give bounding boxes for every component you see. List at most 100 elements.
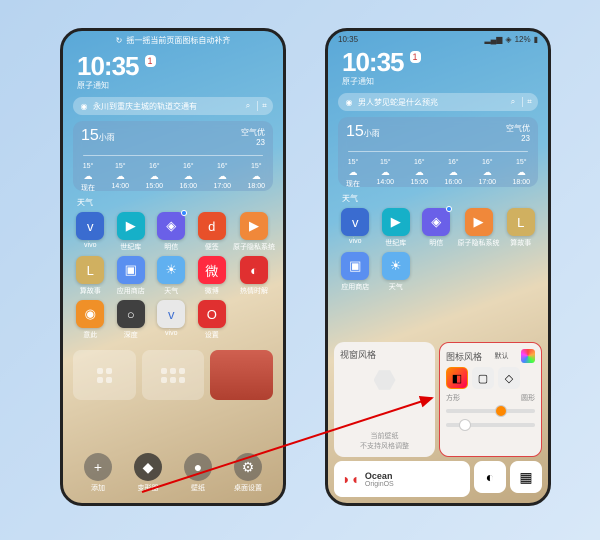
app-便签[interactable]: d便签 xyxy=(193,212,232,252)
app-天气[interactable]: ☀天气 xyxy=(152,256,191,296)
search-text: 男人梦见蛇是什么预兆 xyxy=(358,97,504,108)
app-应用商店[interactable]: ▣应用商店 xyxy=(336,252,375,292)
weather-hour: 16°☁16:00 xyxy=(444,159,462,189)
weather-hour: 15°☁14:00 xyxy=(111,163,129,193)
clock-time: 10:35 xyxy=(342,47,404,78)
style-panel: 视窗风格 当前壁纸 不支持风格调整 图标风格 默认 ◧ ▢ ◇ 方形圆形 xyxy=(334,342,542,457)
app-vivo[interactable]: vvivo xyxy=(152,300,191,340)
weather-hour: 15°☁18:00 xyxy=(512,159,530,189)
weather-cond: 小雨 xyxy=(99,133,115,142)
app-应用商店[interactable]: ▣应用商店 xyxy=(112,256,151,296)
icon-shape-square[interactable]: ▢ xyxy=(472,367,494,389)
status-time: 10:35 xyxy=(338,35,358,44)
voice-icon: ◉ xyxy=(344,97,354,107)
app-算故事[interactable]: L算故事 xyxy=(71,256,110,296)
weather-hour: 15°☁18:00 xyxy=(247,163,265,193)
search-pill[interactable]: ◉ 男人梦见蛇是什么预兆 ⌕ ⌗ xyxy=(338,93,538,111)
voice-icon: ◉ xyxy=(79,101,89,111)
weather-hour: 15°☁14:00 xyxy=(376,159,394,189)
scan-icon[interactable]: ⌗ xyxy=(522,97,532,107)
search-icon[interactable]: ⌕ xyxy=(508,97,518,107)
status-bar: 10:35 ▂▄▆ ◈ 12% ▮ xyxy=(328,31,548,45)
weather-aqi: 23 xyxy=(241,138,265,147)
phone-right: 10:35 ▂▄▆ ◈ 12% ▮ 10:35 1 原子通知 ◉ 男人梦见蛇是什… xyxy=(325,28,551,506)
origin-brand: Ocean xyxy=(365,471,394,481)
dock-style[interactable]: ◆变形器 xyxy=(134,453,162,493)
weather-widget[interactable]: 15小雨 空气优 23 15°☁现在 15°☁14:00 16°☁15:00 16°☁… xyxy=(338,117,538,187)
battery-pct: 12% xyxy=(515,35,531,44)
refresh-icon: ↻ xyxy=(116,36,123,45)
tab-icon-sub: 默认 xyxy=(495,351,509,361)
dock-add[interactable]: +添加 xyxy=(84,453,112,493)
slider1-r: 圆形 xyxy=(521,393,535,403)
app-微博[interactable]: 微微博 xyxy=(193,256,232,296)
origin-sub: OriginOS xyxy=(365,481,394,488)
widget-placeholder-row xyxy=(63,344,283,406)
phone-left: ↻ 摇一摇当前页面图标自动补齐 10:35 1 原子通知 ◉ 永川到重庆主城的轨… xyxy=(60,28,286,506)
weather-hour: 16°☁17:00 xyxy=(478,159,496,189)
dock-wallpaper[interactable]: ●壁纸 xyxy=(184,453,212,493)
widget-slot-2x2[interactable] xyxy=(73,350,136,400)
widget-slot-3x2[interactable] xyxy=(142,350,205,400)
app-明信[interactable]: ◈明信 xyxy=(152,212,191,252)
icon-shape-rounded[interactable]: ◧ xyxy=(446,367,468,389)
app-原子隐私系统[interactable]: ▶原子隐私系统 xyxy=(233,212,275,252)
app-意此[interactable]: ◉意此 xyxy=(71,300,110,340)
app-设置[interactable]: O设置 xyxy=(193,300,232,340)
weather-hour: 15°☁现在 xyxy=(81,163,95,193)
weather-aqi-label: 空气优 xyxy=(241,127,265,138)
weather-temp: 15 xyxy=(346,123,364,140)
search-text: 永川到重庆主城的轨道交通有 xyxy=(93,101,239,112)
tab-icon-style[interactable]: 图标风格 默认 ◧ ▢ ◇ 方形圆形 xyxy=(439,342,542,457)
weather-hour: 16°☁16:00 xyxy=(179,163,197,193)
scan-icon[interactable]: ⌗ xyxy=(257,101,267,111)
app-原子隐私系统[interactable]: ▶原子隐私系统 xyxy=(458,208,500,248)
weather-hour: 16°☁15:00 xyxy=(410,159,428,189)
icon-shape-alt[interactable]: ◇ xyxy=(498,367,520,389)
widget-slot-image[interactable] xyxy=(210,350,273,400)
weather-widget[interactable]: 15小雨 空气优 23 15°☁现在 15°☁14:00 16°☁15:00 16°☁… xyxy=(73,121,273,191)
originos-card[interactable]: ◗◖ Ocean OriginOS xyxy=(334,461,470,497)
origin-bar: ◗◖ Ocean OriginOS ◐ ▦ xyxy=(334,461,542,497)
tip-bar: ↻ 摇一摇当前页面图标自动补齐 xyxy=(71,33,275,47)
app-算故事[interactable]: L算故事 xyxy=(502,208,541,248)
app-世纪库[interactable]: ▶世纪库 xyxy=(112,212,151,252)
app-明信[interactable]: ◈明信 xyxy=(417,208,456,248)
weather-label: 天气 xyxy=(328,191,548,204)
origin-logo-icon: ◗◖ xyxy=(342,471,359,487)
edit-dock: +添加 ◆变形器 ●壁纸 ⚙桌面设置 xyxy=(73,449,273,497)
clock-date-badge: 1 xyxy=(145,55,156,67)
color-swatch-icon[interactable] xyxy=(521,349,535,363)
clock-widget[interactable]: 10:35 1 xyxy=(63,49,283,82)
origin-sq-2[interactable]: ▦ xyxy=(510,461,542,493)
app-世纪库[interactable]: ▶世纪库 xyxy=(377,208,416,248)
origin-sq-1[interactable]: ◐ xyxy=(474,461,506,493)
app-vivo[interactable]: vvivo xyxy=(336,208,375,248)
dock-settings[interactable]: ⚙桌面设置 xyxy=(234,453,262,493)
app-grid: vvivo▶世纪库◈明信d便签▶原子隐私系统L算故事▣应用商店☀天气微微博◐热情… xyxy=(63,208,283,344)
weather-aqi-label: 空气优 xyxy=(506,123,530,134)
weather-aqi: 23 xyxy=(506,134,530,143)
weather-label: 天气 xyxy=(63,195,283,208)
weather-cond: 小雨 xyxy=(364,129,380,138)
app-深度[interactable]: ○深度 xyxy=(112,300,151,340)
wifi-icon: ◈ xyxy=(505,35,511,44)
app-vivo[interactable]: vvivo xyxy=(71,212,110,252)
search-pill[interactable]: ◉ 永川到重庆主城的轨道交通有 ⌕ ⌗ xyxy=(73,97,273,115)
clock-date-badge: 1 xyxy=(410,51,421,63)
search-icon[interactable]: ⌕ xyxy=(243,101,253,111)
weather-temp: 15 xyxy=(81,127,99,144)
tab-widget-style[interactable]: 视窗风格 当前壁纸 不支持风格调整 xyxy=(334,342,435,457)
clock-widget[interactable]: 10:35 1 xyxy=(328,45,548,78)
app-grid: vvivo▶世纪库◈明信▶原子隐私系统L算故事 ▣应用商店☀天气 xyxy=(328,204,548,296)
tip-text: 摇一摇当前页面图标自动补齐 xyxy=(126,35,230,46)
app-热情时解[interactable]: ◐热情时解 xyxy=(233,256,275,296)
weather-hour: 15°☁现在 xyxy=(346,159,360,189)
size-slider[interactable] xyxy=(446,423,535,427)
hex-preview-icon xyxy=(374,369,396,391)
shape-slider[interactable] xyxy=(446,409,535,413)
app-天气[interactable]: ☀天气 xyxy=(377,252,416,292)
signal-icon: ▂▄▆ xyxy=(484,35,502,44)
weather-hour: 16°☁15:00 xyxy=(145,163,163,193)
tab-widget-label: 视窗风格 xyxy=(340,348,376,361)
